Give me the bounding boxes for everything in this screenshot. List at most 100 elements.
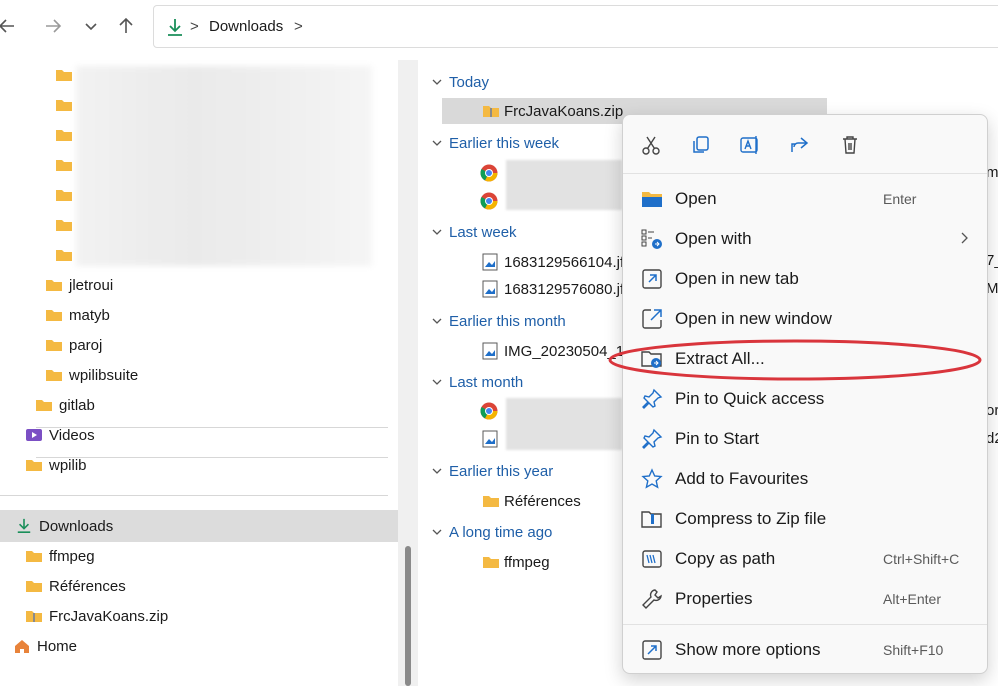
zip-icon xyxy=(483,106,499,117)
open-with-icon xyxy=(641,229,662,249)
tree-item-jletroui[interactable]: jletroui xyxy=(45,270,113,300)
tree-item-references[interactable]: Références xyxy=(25,571,126,601)
menu-item-pin-to-quick-access[interactable]: Pin to Quick access xyxy=(627,380,983,418)
folder-icon xyxy=(56,220,72,231)
forward-arrow-icon[interactable] xyxy=(40,12,66,40)
image-file-icon xyxy=(482,342,498,360)
image-file-icon xyxy=(482,280,498,298)
divider xyxy=(0,495,388,496)
breadcrumb-downloads[interactable]: Downloads xyxy=(209,18,283,35)
pin-icon xyxy=(642,388,663,409)
menu-separator xyxy=(623,173,987,174)
group-header-last-week[interactable]: Last week xyxy=(431,221,517,243)
group-header-earlier-this-month[interactable]: Earlier this month xyxy=(431,310,566,332)
folder-icon xyxy=(483,557,499,568)
menu-item-extract-all[interactable]: Extract All... xyxy=(627,340,983,378)
copy-path-icon xyxy=(642,550,662,568)
star-icon xyxy=(641,468,663,489)
menu-item-compress-to-zip[interactable]: Compress to Zip file xyxy=(627,500,983,538)
chevron-right-icon xyxy=(961,232,968,244)
group-header-label: Last week xyxy=(449,223,517,241)
menu-item-properties[interactable]: Properties Alt+Enter xyxy=(627,580,983,618)
tree-item-label: ffmpeg xyxy=(49,547,95,565)
folder-icon xyxy=(56,70,72,81)
address-bar[interactable]: > Downloads > xyxy=(153,5,998,48)
menu-item-open-in-new-window[interactable]: Open in new window xyxy=(627,300,983,338)
group-header-label: Last month xyxy=(449,373,524,391)
tree-item-matyb[interactable]: matyb xyxy=(45,300,110,330)
menu-item-open-with[interactable]: Open with xyxy=(627,220,983,258)
tree-item-label: jletroui xyxy=(69,276,114,294)
cut-icon[interactable] xyxy=(637,131,665,159)
chevron-down-icon[interactable] xyxy=(78,12,104,40)
tree-item-downloads[interactable]: Downloads xyxy=(15,511,113,541)
group-header-earlier-this-week[interactable]: Earlier this week xyxy=(431,132,559,154)
back-arrow-icon[interactable] xyxy=(0,12,20,40)
image-file-icon xyxy=(482,253,498,271)
breadcrumb-separator: > xyxy=(190,18,199,35)
chevron-down-icon xyxy=(432,529,442,535)
folder-icon xyxy=(46,340,62,351)
chevron-down-icon xyxy=(432,140,442,146)
zip-compress-icon xyxy=(641,511,662,528)
group-header-a-long-time-ago[interactable]: A long time ago xyxy=(431,521,552,543)
tree-item-ffmpeg[interactable]: ffmpeg xyxy=(25,541,95,571)
chevron-down-icon xyxy=(432,468,442,474)
menu-item-add-to-favourites[interactable]: Add to Favourites xyxy=(627,460,983,498)
file-row[interactable] xyxy=(480,188,498,214)
file-row[interactable]: ffmpeg xyxy=(482,549,550,575)
folder-icon xyxy=(46,370,62,381)
file-name: IMG_20230504_1 xyxy=(504,342,625,360)
chevron-down-icon xyxy=(432,379,442,385)
menu-item-pin-to-start[interactable]: Pin to Start xyxy=(627,420,983,458)
copy-icon[interactable] xyxy=(687,131,715,159)
menu-item-label: Compress to Zip file xyxy=(675,509,827,528)
file-row[interactable]: 1683129576080.jf xyxy=(482,276,624,302)
menu-item-shortcut: Enter xyxy=(883,191,917,207)
chrome-icon xyxy=(480,402,498,420)
folder-icon xyxy=(26,460,42,471)
menu-item-open[interactable]: Open Enter xyxy=(627,180,983,218)
share-icon[interactable] xyxy=(786,131,814,159)
menu-item-label: Add to Favourites xyxy=(675,469,809,488)
folder-icon xyxy=(56,160,72,171)
menu-item-copy-as-path[interactable]: Copy as path Ctrl+Shift+C xyxy=(627,540,983,578)
tree-item-label: gitlab xyxy=(59,396,95,414)
tree-item-label: wpilibsuite xyxy=(69,366,139,384)
zip-icon xyxy=(26,611,42,622)
file-name: FrcJavaKoans.zip xyxy=(504,102,624,120)
file-row[interactable]: IMG_20230504_1 xyxy=(482,338,624,364)
tree-item-home[interactable]: Home xyxy=(13,631,77,661)
file-row[interactable] xyxy=(480,398,498,424)
group-header-label: Earlier this week xyxy=(449,134,560,152)
up-arrow-icon[interactable] xyxy=(113,12,139,40)
tree-item-label: Home xyxy=(37,637,78,655)
group-header-earlier-this-year[interactable]: Earlier this year xyxy=(431,460,553,482)
folder-open-icon xyxy=(642,192,662,207)
file-name: ffmpeg xyxy=(504,553,550,571)
tree-item-wpilibsuite[interactable]: wpilibsuite xyxy=(45,360,138,390)
tree-item-videos[interactable]: Videos xyxy=(25,420,95,450)
rename-icon[interactable] xyxy=(736,131,764,159)
menu-item-open-in-new-tab[interactable]: Open in new tab xyxy=(627,260,983,298)
tree-item-paroj[interactable]: paroj xyxy=(45,330,102,360)
tree-item-label: Références xyxy=(49,577,126,595)
group-header-today[interactable]: Today xyxy=(431,71,489,93)
group-header-last-month[interactable]: Last month xyxy=(431,371,523,393)
delete-icon[interactable] xyxy=(836,131,864,159)
folder-icon xyxy=(56,190,72,201)
file-row[interactable]: Références xyxy=(482,488,581,514)
tree-item-wpilib[interactable]: wpilib xyxy=(25,450,87,480)
file-row[interactable] xyxy=(480,160,498,186)
tree-item-gitlab[interactable]: gitlab xyxy=(35,390,95,420)
videos-icon xyxy=(26,429,42,441)
tree-item-label: Downloads xyxy=(39,517,114,535)
menu-item-label: Open with xyxy=(675,229,752,248)
menu-item-show-more-options[interactable]: Show more options Shift+F10 xyxy=(627,631,983,669)
file-row[interactable] xyxy=(482,426,498,452)
scrollbar-thumb[interactable] xyxy=(405,546,411,686)
file-row[interactable]: 1683129566104.jf xyxy=(482,249,624,275)
tree-item-frcjavakoans-zip[interactable]: FrcJavaKoans.zip xyxy=(25,601,168,631)
tree-item-label: paroj xyxy=(69,336,103,354)
folder-icon xyxy=(26,551,42,562)
